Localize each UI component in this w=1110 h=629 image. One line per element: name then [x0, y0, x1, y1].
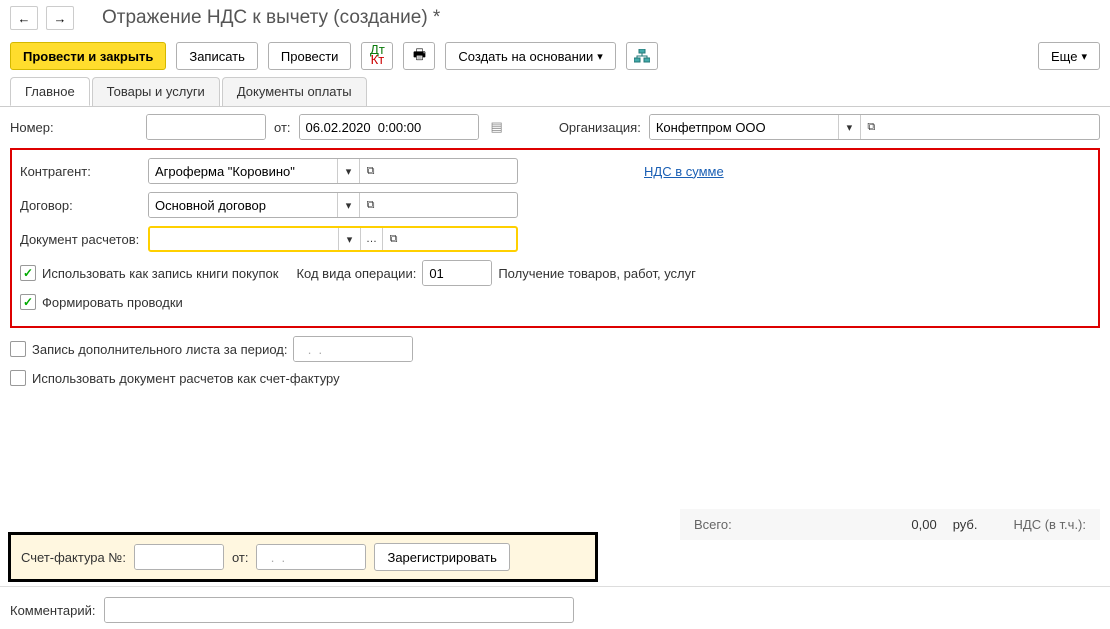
print-button[interactable]: 🖶: [403, 42, 435, 70]
org-label: Организация:: [559, 120, 641, 135]
vat-incl-label: НДС (в т.ч.):: [1014, 517, 1087, 532]
structure-icon: [634, 49, 650, 63]
tab-main[interactable]: Главное: [10, 77, 90, 106]
dropdown-icon[interactable]: ▾: [838, 115, 860, 139]
contract-input[interactable]: [149, 193, 337, 217]
number-input[interactable]: [147, 115, 266, 139]
post-and-close-button[interactable]: Провести и закрыть: [10, 42, 166, 70]
post-button[interactable]: Провести: [268, 42, 352, 70]
use-as-purchase-checkbox[interactable]: [20, 265, 36, 281]
printer-icon: 🖶: [413, 44, 426, 68]
open-icon[interactable]: ⧉: [860, 115, 882, 139]
add-sheet-checkbox[interactable]: [10, 341, 26, 357]
open-icon[interactable]: ⧉: [359, 193, 381, 217]
dt-kt-icon: ДтКт: [370, 46, 385, 66]
oper-code-input[interactable]: [423, 261, 492, 285]
ellipsis-icon[interactable]: …: [360, 228, 382, 250]
vat-in-sum-link[interactable]: НДС в сумме: [644, 164, 724, 179]
open-icon[interactable]: ⧉: [382, 228, 404, 250]
write-button[interactable]: Записать: [176, 42, 258, 70]
total-label: Всего:: [694, 517, 732, 532]
total-value: 0,00: [911, 517, 936, 532]
date-input[interactable]: [300, 115, 479, 139]
calc-doc-label: Документ расчетов:: [20, 232, 140, 247]
invoice-register-section: Счет-фактура №: от: 📅 Зарегистрировать: [8, 532, 598, 582]
use-calc-as-invoice-label: Использовать документ расчетов как счет-…: [32, 371, 340, 386]
add-sheet-date-input[interactable]: [294, 337, 413, 361]
invoice-date-input[interactable]: [257, 545, 366, 569]
calc-doc-input[interactable]: [150, 228, 338, 250]
oper-desc: Получение товаров, работ, услуг: [498, 266, 696, 281]
oper-code-label: Код вида операции:: [296, 266, 416, 281]
contractor-input[interactable]: [149, 159, 337, 183]
use-as-purchase-label: Использовать как запись книги покупок: [42, 266, 278, 281]
contract-label: Договор:: [20, 198, 140, 213]
invoice-from-label: от:: [232, 550, 249, 565]
create-based-on-button[interactable]: Создать на основании: [445, 42, 615, 70]
tab-goods[interactable]: Товары и услуги: [92, 77, 220, 106]
tab-paydocs[interactable]: Документы оплаты: [222, 77, 367, 106]
contractor-label: Контрагент:: [20, 164, 140, 179]
comment-label: Комментарий:: [10, 603, 96, 618]
form-mode-icon[interactable]: ▤: [491, 119, 503, 135]
use-calc-as-invoice-checkbox[interactable]: [10, 370, 26, 386]
currency-label: руб.: [953, 517, 978, 532]
register-button[interactable]: Зарегистрировать: [374, 543, 509, 571]
dt-kt-icon-button[interactable]: ДтКт: [361, 42, 393, 70]
dropdown-icon[interactable]: ▾: [337, 159, 359, 183]
from-label: от:: [274, 120, 291, 135]
highlighted-section: Контрагент: ▾ ⧉ НДС в сумме Договор: ▾ ⧉…: [10, 148, 1100, 328]
structure-button[interactable]: [626, 42, 658, 70]
totals-bar: Всего: 0,00 руб. НДС (в т.ч.):: [680, 509, 1100, 540]
org-input[interactable]: [650, 115, 838, 139]
invoice-num-input[interactable]: [135, 545, 224, 569]
more-button[interactable]: Еще: [1038, 42, 1100, 70]
invoice-num-label: Счет-фактура №:: [21, 550, 126, 565]
nav-forward-button[interactable]: →: [46, 6, 74, 30]
comment-input[interactable]: [105, 598, 293, 622]
dropdown-icon[interactable]: ▾: [338, 228, 360, 250]
open-icon[interactable]: ⧉: [359, 159, 381, 183]
number-label: Номер:: [10, 120, 138, 135]
add-sheet-label: Запись дополнительного листа за период:: [32, 342, 287, 357]
form-entries-label: Формировать проводки: [42, 295, 183, 310]
page-title: Отражение НДС к вычету (создание) *: [102, 7, 440, 29]
dropdown-icon[interactable]: ▾: [337, 193, 359, 217]
nav-back-button[interactable]: ←: [10, 6, 38, 30]
form-entries-checkbox[interactable]: [20, 294, 36, 310]
